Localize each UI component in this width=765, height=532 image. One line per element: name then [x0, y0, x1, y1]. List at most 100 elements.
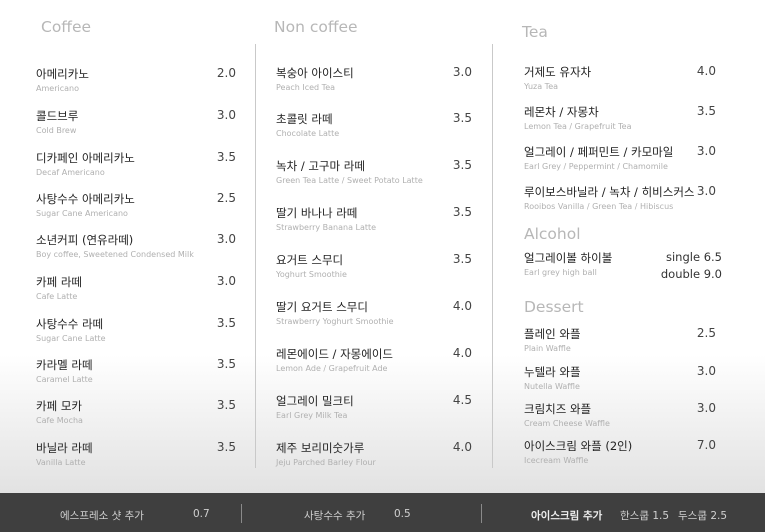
item-price: 3.5 [216, 316, 236, 330]
item-name-ko: 녹차 / 고구마 라떼 [276, 159, 365, 173]
price-double: double 9.0 [660, 267, 722, 281]
item-price: 3.0 [696, 184, 716, 198]
sugarcane-addon-label: 사탕수수 추가 [304, 510, 366, 522]
item-name-en: Earl Grey / Peppermint / Chamomile [524, 162, 668, 171]
menu-item: 카라멜 라떼 Caramel Latte 3.5 [36, 357, 240, 384]
item-name-ko: 디카페인 아메리카노 [36, 151, 135, 165]
menu-item: 초콜릿 라떼 Chocolate Latte 3.5 [276, 111, 472, 138]
menu-item: 바닐라 라떼 Vanilla Latte 3.5 [36, 440, 240, 467]
item-price: 3.0 [216, 232, 236, 246]
menu-item: 콜드브루 Cold Brew 3.0 [36, 108, 240, 135]
menu-item: 디카페인 아메리카노 Decaf Americano 3.5 [36, 150, 240, 177]
item-name-ko: 복숭아 아이스티 [276, 66, 354, 80]
item-price: 3.0 [696, 401, 716, 415]
item-price: 4.5 [452, 393, 472, 407]
item-name-ko: 초콜릿 라떼 [276, 112, 333, 126]
icecream-addon-label: 아이스크림 추가 [531, 510, 603, 522]
item-name-en: Americano [36, 84, 79, 93]
menu-item: 사탕수수 아메리카노 Sugar Cane Americano 2.5 [36, 191, 240, 218]
menu-item: 제주 보리미숫가루 Jeju Parched Barley Flour 4.0 [276, 440, 472, 467]
item-price: 3.5 [216, 440, 236, 454]
item-name-en: Caramel Latte [36, 375, 93, 384]
menu-item: 누텔라 와플 Nutella Waffle 3.0 [524, 364, 724, 391]
item-name-ko: 사탕수수 라떼 [36, 317, 104, 331]
item-price: 4.0 [452, 299, 472, 313]
item-name-en: Icecream Waffle [524, 456, 589, 465]
item-name-ko: 레몬차 / 자몽차 [524, 105, 599, 119]
item-name-en: Sugar Cane Americano [36, 209, 128, 218]
item-price: 3.5 [452, 111, 472, 125]
item-price: 3.0 [216, 274, 236, 288]
menu-item: 요거트 스무디 Yoghurt Smoothie 3.5 [276, 252, 472, 279]
item-name-en: Decaf Americano [36, 168, 105, 177]
item-name-en: Lemon Ade / Grapefruit Ade [276, 364, 388, 373]
item-name-ko: 크림치즈 와플 [524, 402, 592, 416]
item-name-ko: 제주 보리미숫가루 [276, 441, 365, 455]
item-price: 2.5 [696, 326, 716, 340]
item-name-ko: 루이보스바닐라 / 녹차 / 히비스커스 [524, 185, 695, 199]
item-name-en: Strawberry Yoghurt Smoothie [276, 317, 394, 326]
item-price: 3.5 [216, 357, 236, 371]
item-price: 4.0 [452, 440, 472, 454]
menu-item: 카페 라떼 Cafe Latte 3.0 [36, 274, 240, 301]
espresso-addon-label: 에스프레소 샷 추가 [60, 510, 144, 522]
column-divider [492, 44, 493, 468]
item-name-ko: 소년커피 (연유라떼) [36, 233, 134, 247]
sugarcane-addon-price: 0.5 [394, 508, 411, 520]
item-name-en: Plain Waffle [524, 344, 571, 353]
item-name-en: Yuza Tea [524, 82, 559, 91]
item-name-ko: 콜드브루 [36, 109, 79, 123]
footer-divider [481, 504, 482, 523]
item-price: 7.0 [696, 438, 716, 452]
item-name-ko: 딸기 요거트 스무디 [276, 300, 368, 314]
menu-item: 녹차 / 고구마 라떼 Green Tea Latte / Sweet Pota… [276, 158, 472, 185]
item-name-en: Cafe Latte [36, 292, 78, 301]
item-price: 3.5 [452, 205, 472, 219]
item-name-ko: 얼그레이 밀크티 [276, 394, 354, 408]
item-name-en: Rooibos Vanilla / Green Tea / Hibiscus [524, 202, 674, 211]
item-name-en: Jeju Parched Barley Flour [276, 458, 376, 467]
menu-item: 복숭아 아이스티 Peach Iced Tea 3.0 [276, 65, 472, 92]
menu-item: 얼그레이 / 페퍼민트 / 카모마일 Earl Grey / Peppermin… [524, 144, 724, 171]
item-price: 3.5 [696, 104, 716, 118]
item-name-en: Vanilla Latte [36, 458, 86, 467]
icecream-addon-two-scoop: 두스쿱 2.5 [678, 510, 728, 522]
item-name-en: Cold Brew [36, 126, 77, 135]
item-name-ko: 사탕수수 아메리카노 [36, 192, 135, 206]
item-price: 3.0 [696, 364, 716, 378]
item-price: 3.5 [452, 252, 472, 266]
item-name-ko: 카라멜 라떼 [36, 358, 93, 372]
item-name-ko: 바닐라 라떼 [36, 441, 93, 455]
noncoffee-section-title: Non coffee [274, 18, 358, 36]
menu-item: 플레인 와플 Plain Waffle 2.5 [524, 326, 724, 353]
menu-item: 소년커피 (연유라떼) Boy coffee, Sweetened Conden… [36, 232, 240, 259]
item-name-en: Strawberry Banana Latte [276, 223, 377, 232]
item-price: 2.0 [216, 66, 236, 80]
menu-item: 딸기 바나나 라떼 Strawberry Banana Latte 3.5 [276, 205, 472, 232]
menu-item: 레몬차 / 자몽차 Lemon Tea / Grapefruit Tea 3.5 [524, 104, 724, 131]
item-name-en: Nutella Waffle [524, 382, 580, 391]
item-price: 3.0 [696, 144, 716, 158]
coffee-section-title: Coffee [41, 18, 92, 36]
item-name-en: Cafe Mocha [36, 416, 83, 425]
item-price: 3.5 [452, 158, 472, 172]
item-name-en: Chocolate Latte [276, 129, 340, 138]
tea-section-title: Tea [522, 23, 548, 41]
footer-divider [241, 504, 242, 523]
item-name-en: Cream Cheese Waffle [524, 419, 610, 428]
item-name-ko: 요거트 스무디 [276, 253, 344, 267]
item-price: 3.5 [216, 150, 236, 164]
item-price: 3.0 [216, 108, 236, 122]
menu-board: Coffee 아메리카노 Americano 2.0 콜드브루 Cold Bre… [0, 0, 765, 493]
item-name-en: Boy coffee, Sweetened Condensed Milk [36, 250, 194, 259]
item-name-ko: 아이스크림 와플 (2인) [524, 439, 633, 453]
item-name-ko: 플레인 와플 [524, 327, 581, 341]
item-price: 3.5 [216, 398, 236, 412]
item-name-ko: 레몬에이드 / 자몽에이드 [276, 347, 393, 361]
item-name-en: Green Tea Latte / Sweet Potato Latte [276, 176, 423, 185]
price-single: single 6.5 [666, 250, 722, 264]
item-price: 4.0 [696, 64, 716, 78]
item-name-en: Sugar Cane Latte [36, 334, 106, 343]
espresso-addon-price: 0.7 [193, 508, 210, 520]
item-name-ko: 카페 라떼 [36, 275, 82, 289]
